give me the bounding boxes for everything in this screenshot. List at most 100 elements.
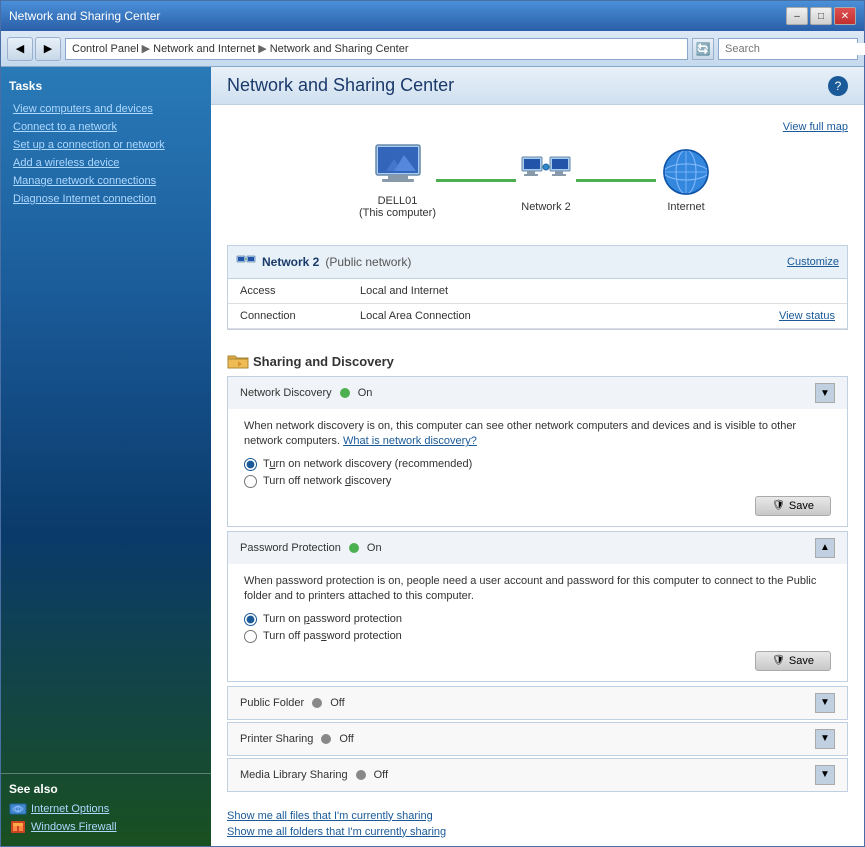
network-discovery-chevron[interactable]: ▼ xyxy=(815,383,835,403)
address-path[interactable]: Control Panel ▶ Network and Internet ▶ N… xyxy=(65,38,688,60)
turn-off-password-option[interactable]: Turn off password protection xyxy=(244,630,831,643)
printer-sharing-chevron[interactable]: ▼ xyxy=(815,729,835,749)
access-value: Local and Internet xyxy=(360,285,835,297)
printer-sharing-header[interactable]: Printer Sharing Off ▼ xyxy=(228,723,847,755)
sharing-folder-icon xyxy=(227,352,247,370)
turn-off-discovery-option[interactable]: Turn off network discovery xyxy=(244,475,831,488)
sidebar-item-setup-connection[interactable]: Set up a connection or network xyxy=(9,137,203,153)
window-controls: – □ ✕ xyxy=(786,7,856,25)
public-folder-status-dot xyxy=(312,698,322,708)
network-info-bar: Network 2 (Public network) Customize xyxy=(227,245,848,279)
customize-link[interactable]: Customize xyxy=(787,256,839,268)
network-discovery-options: Turn on network discovery (recommended) … xyxy=(244,458,831,488)
content-header: Network and Sharing Center ? xyxy=(211,67,864,105)
network-discovery-save-button[interactable]: 🛡 Save xyxy=(755,496,831,516)
password-protection-body: When password protection is on, people n… xyxy=(228,564,847,681)
refresh-button[interactable]: 🔄 xyxy=(692,38,714,60)
connector-2 xyxy=(576,179,656,182)
show-files-link[interactable]: Show me all files that I'm currently sha… xyxy=(227,810,848,822)
tasks-title: Tasks xyxy=(9,79,203,93)
main-layout: Tasks View computers and devices Connect… xyxy=(1,67,864,846)
connector-1 xyxy=(436,179,516,182)
map-item-computer: DELL01(This computer) xyxy=(359,141,436,219)
search-box[interactable]: 🔍 xyxy=(718,38,858,60)
save-label: Save xyxy=(789,500,814,512)
sidebar-item-connect-network[interactable]: Connect to a network xyxy=(9,119,203,135)
turn-on-password-option[interactable]: Turn on password protection xyxy=(244,613,831,626)
network-name: Network 2 (Public network) xyxy=(236,254,411,270)
view-status-link[interactable]: View status xyxy=(779,310,835,322)
path-sep-1: ▶ xyxy=(142,42,150,55)
network-discovery-header[interactable]: Network Discovery On ▼ xyxy=(228,377,847,409)
connection-value: Local Area Connection xyxy=(360,310,779,322)
printer-sharing-status-dot xyxy=(321,734,331,744)
sidebar-item-manage-connections[interactable]: Manage network connections xyxy=(9,173,203,189)
network-info-icon xyxy=(236,254,256,270)
password-protection-header[interactable]: Password Protection On ▲ xyxy=(228,532,847,564)
path-network-internet[interactable]: Network and Internet xyxy=(153,43,255,55)
show-folders-link[interactable]: Show me all folders that I'm currently s… xyxy=(227,826,848,838)
network-discovery-save-area: 🛡 Save xyxy=(244,496,831,516)
media-library-chevron[interactable]: ▼ xyxy=(815,765,835,785)
search-input[interactable] xyxy=(725,43,865,55)
turn-on-discovery-label: Turn on network discovery (recommended) xyxy=(263,458,472,470)
media-library-status-dot xyxy=(356,770,366,780)
password-protection-save-area: 🛡 Save xyxy=(244,651,831,671)
media-library-status: Off xyxy=(374,769,388,781)
network-discovery-body: When network discovery is on, this compu… xyxy=(228,409,847,526)
page-title: Network and Sharing Center xyxy=(227,75,454,96)
turn-on-discovery-option[interactable]: Turn on network discovery (recommended) xyxy=(244,458,831,471)
public-folder-header[interactable]: Public Folder Off ▼ xyxy=(228,687,847,719)
window-title: Network and Sharing Center xyxy=(9,9,160,23)
back-button[interactable]: ◀ xyxy=(7,37,33,61)
connection-label: Connection xyxy=(240,310,360,322)
map-label-network: Network 2 xyxy=(521,201,571,213)
public-folder-chevron[interactable]: ▼ xyxy=(815,693,835,713)
see-also-title: See also xyxy=(9,782,203,796)
printer-sharing-panel: Printer Sharing Off ▼ xyxy=(227,722,848,756)
path-control-panel[interactable]: Control Panel xyxy=(72,43,139,55)
close-button[interactable]: ✕ xyxy=(834,7,856,25)
password-protection-status: On xyxy=(367,542,382,554)
printer-sharing-label-group: Printer Sharing Off xyxy=(240,733,440,745)
sidebar-see-also: See also Internet Options xyxy=(1,773,211,846)
info-section: Network 2 (Public network) Customize Acc… xyxy=(211,245,864,338)
sidebar-item-view-computers[interactable]: View computers and devices xyxy=(9,101,203,117)
computer-icon xyxy=(368,141,428,191)
media-library-header[interactable]: Media Library Sharing Off ▼ xyxy=(228,759,847,791)
minimize-button[interactable]: – xyxy=(786,7,808,25)
view-full-map-link[interactable]: View full map xyxy=(783,121,848,133)
turn-on-discovery-radio[interactable] xyxy=(244,458,257,471)
password-protection-chevron[interactable]: ▲ xyxy=(815,538,835,558)
help-button[interactable]: ? xyxy=(828,76,848,96)
sidebar-item-diagnose[interactable]: Diagnose Internet connection xyxy=(9,191,203,207)
network-discovery-link[interactable]: What is network discovery? xyxy=(343,435,477,447)
info-grid: Access Local and Internet Connection Loc… xyxy=(227,279,848,330)
sidebar-item-internet-options[interactable]: Internet Options xyxy=(9,802,203,816)
media-library-label-group: Media Library Sharing Off xyxy=(240,769,440,781)
network-map: View full map xyxy=(211,105,864,245)
connection-row: Connection Local Area Connection View st… xyxy=(228,304,847,329)
password-protection-save-button[interactable]: 🛡 Save xyxy=(755,651,831,671)
network-discovery-panel: Network Discovery On ▼ When network disc… xyxy=(227,376,848,527)
content-area: Network and Sharing Center ? View full m… xyxy=(211,67,864,846)
sidebar-item-add-wireless[interactable]: Add a wireless device xyxy=(9,155,203,171)
media-library-text: Media Library Sharing xyxy=(240,769,348,781)
turn-off-password-radio[interactable] xyxy=(244,630,257,643)
network-discovery-desc: When network discovery is on, this compu… xyxy=(244,419,831,450)
windows-firewall-label: Windows Firewall xyxy=(31,821,117,833)
connector-line-1 xyxy=(436,179,516,182)
password-protection-desc: When password protection is on, people n… xyxy=(244,574,831,605)
sidebar-item-windows-firewall[interactable]: Windows Firewall xyxy=(9,820,203,834)
turn-on-password-radio[interactable] xyxy=(244,613,257,626)
network-discovery-text: Network Discovery xyxy=(240,387,332,399)
sidebar: Tasks View computers and devices Connect… xyxy=(1,67,211,846)
map-item-network: Network 2 xyxy=(516,147,576,213)
forward-button[interactable]: ▶ xyxy=(35,37,61,61)
window: Network and Sharing Center – □ ✕ ◀ ▶ Con… xyxy=(0,0,865,847)
maximize-button[interactable]: □ xyxy=(810,7,832,25)
path-current: Network and Sharing Center xyxy=(270,43,409,55)
sidebar-tasks: Tasks View computers and devices Connect… xyxy=(1,67,211,221)
nav-buttons: ◀ ▶ xyxy=(7,37,61,61)
turn-off-discovery-radio[interactable] xyxy=(244,475,257,488)
